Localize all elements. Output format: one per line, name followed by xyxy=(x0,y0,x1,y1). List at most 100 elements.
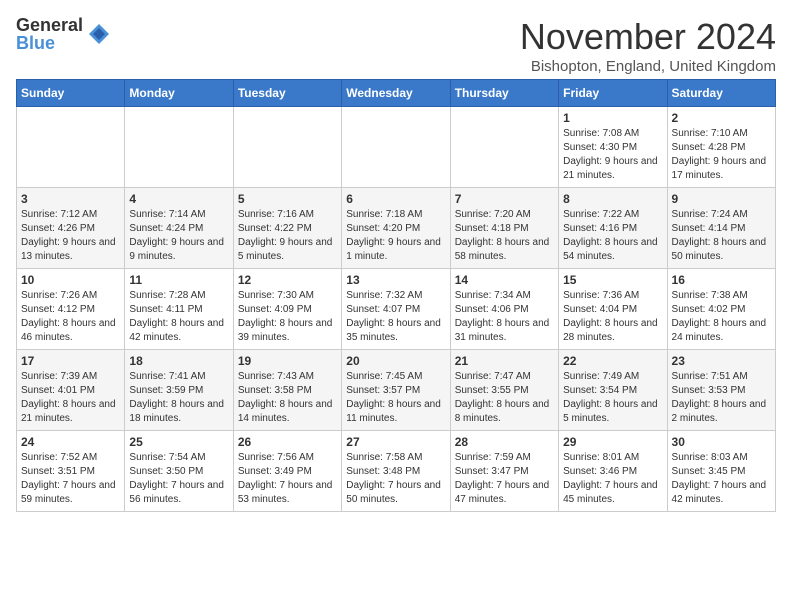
calendar-cell: 19Sunrise: 7:43 AM Sunset: 3:58 PM Dayli… xyxy=(233,350,341,431)
calendar-body: 1 Sunrise: 7:08 AM Sunset: 4:30 PM Daylig… xyxy=(17,107,776,512)
calendar-cell xyxy=(125,107,233,188)
header: General Blue November 2024 Bishopton, En… xyxy=(16,16,776,75)
day-number: 28 xyxy=(455,435,554,449)
calendar-cell xyxy=(342,107,450,188)
day-number: 25 xyxy=(129,435,228,449)
calendar-cell: 3 Sunrise: 7:12 AM Sunset: 4:26 PM Daylig… xyxy=(17,188,125,269)
header-tuesday: Tuesday xyxy=(233,80,341,107)
logo: General Blue xyxy=(16,16,111,52)
calendar-cell: 15 Sunrise: 7:36 AM Sunset: 4:04 PM Dayli… xyxy=(559,269,667,350)
day-number: 18 xyxy=(129,354,228,368)
calendar-cell: 10 Sunrise: 7:26 AM Sunset: 4:12 PM Dayli… xyxy=(17,269,125,350)
calendar-cell: 12 Sunrise: 7:30 AM Sunset: 4:09 PM Dayli… xyxy=(233,269,341,350)
day-info: Sunrise: 7:30 AM Sunset: 4:09 PM Dayligh… xyxy=(238,289,337,345)
header-thursday: Thursday xyxy=(450,80,558,107)
title-area: November 2024 Bishopton, England, United… xyxy=(520,16,776,75)
header-sunday: Sunday xyxy=(17,80,125,107)
calendar-cell: 29Sunrise: 8:01 AM Sunset: 3:46 PM Dayli… xyxy=(559,431,667,512)
calendar-cell: 27Sunrise: 7:58 AM Sunset: 3:48 PM Dayli… xyxy=(342,431,450,512)
day-number: 17 xyxy=(21,354,120,368)
day-number: 10 xyxy=(21,273,120,287)
day-info: Sunrise: 7:45 AM Sunset: 3:57 PM Dayligh… xyxy=(346,370,445,426)
logo-blue: Blue xyxy=(16,34,83,52)
week-row-5: 24Sunrise: 7:52 AM Sunset: 3:51 PM Dayli… xyxy=(17,431,776,512)
day-info: Sunrise: 7:28 AM Sunset: 4:11 PM Dayligh… xyxy=(129,289,228,345)
day-info: Sunrise: 7:52 AM Sunset: 3:51 PM Dayligh… xyxy=(21,451,120,507)
day-info: Sunrise: 8:01 AM Sunset: 3:46 PM Dayligh… xyxy=(563,451,662,507)
day-info: Sunrise: 7:22 AM Sunset: 4:16 PM Dayligh… xyxy=(563,208,662,264)
week-row-2: 3 Sunrise: 7:12 AM Sunset: 4:26 PM Daylig… xyxy=(17,188,776,269)
day-number: 27 xyxy=(346,435,445,449)
calendar-cell: 11 Sunrise: 7:28 AM Sunset: 4:11 PM Dayli… xyxy=(125,269,233,350)
calendar-cell: 18Sunrise: 7:41 AM Sunset: 3:59 PM Dayli… xyxy=(125,350,233,431)
day-info: Sunrise: 7:34 AM Sunset: 4:06 PM Dayligh… xyxy=(455,289,554,345)
day-number: 3 xyxy=(21,192,120,206)
day-info: Sunrise: 7:51 AM Sunset: 3:53 PM Dayligh… xyxy=(672,370,771,426)
calendar-cell: 4 Sunrise: 7:14 AM Sunset: 4:24 PM Daylig… xyxy=(125,188,233,269)
calendar-table: Sunday Monday Tuesday Wednesday Thursday… xyxy=(16,79,776,512)
day-number: 8 xyxy=(563,192,662,206)
day-number: 22 xyxy=(563,354,662,368)
calendar-cell: 8 Sunrise: 7:22 AM Sunset: 4:16 PM Daylig… xyxy=(559,188,667,269)
day-number: 13 xyxy=(346,273,445,287)
calendar-cell: 17 Sunrise: 7:39 AM Sunset: 4:01 PM Dayli… xyxy=(17,350,125,431)
day-info: Sunrise: 7:49 AM Sunset: 3:54 PM Dayligh… xyxy=(563,370,662,426)
day-info: Sunrise: 7:08 AM Sunset: 4:30 PM Dayligh… xyxy=(563,127,662,183)
day-number: 15 xyxy=(563,273,662,287)
day-number: 12 xyxy=(238,273,337,287)
calendar-subtitle: Bishopton, England, United Kingdom xyxy=(520,58,776,75)
calendar-cell: 24Sunrise: 7:52 AM Sunset: 3:51 PM Dayli… xyxy=(17,431,125,512)
day-number: 21 xyxy=(455,354,554,368)
day-number: 4 xyxy=(129,192,228,206)
day-number: 11 xyxy=(129,273,228,287)
day-number: 19 xyxy=(238,354,337,368)
logo-general: General xyxy=(16,16,83,34)
day-number: 1 xyxy=(563,111,662,125)
day-number: 20 xyxy=(346,354,445,368)
header-row: Sunday Monday Tuesday Wednesday Thursday… xyxy=(17,80,776,107)
day-number: 30 xyxy=(672,435,771,449)
day-info: Sunrise: 7:26 AM Sunset: 4:12 PM Dayligh… xyxy=(21,289,120,345)
day-number: 7 xyxy=(455,192,554,206)
week-row-3: 10 Sunrise: 7:26 AM Sunset: 4:12 PM Dayli… xyxy=(17,269,776,350)
calendar-cell: 25Sunrise: 7:54 AM Sunset: 3:50 PM Dayli… xyxy=(125,431,233,512)
day-info: Sunrise: 7:12 AM Sunset: 4:26 PM Dayligh… xyxy=(21,208,120,264)
calendar-title: November 2024 xyxy=(520,16,776,58)
calendar-cell: 26Sunrise: 7:56 AM Sunset: 3:49 PM Dayli… xyxy=(233,431,341,512)
day-info: Sunrise: 7:18 AM Sunset: 4:20 PM Dayligh… xyxy=(346,208,445,264)
calendar-cell: 20 Sunrise: 7:45 AM Sunset: 3:57 PM Dayli… xyxy=(342,350,450,431)
day-number: 23 xyxy=(672,354,771,368)
calendar-cell: 7 Sunrise: 7:20 AM Sunset: 4:18 PM Daylig… xyxy=(450,188,558,269)
day-number: 14 xyxy=(455,273,554,287)
day-info: Sunrise: 7:20 AM Sunset: 4:18 PM Dayligh… xyxy=(455,208,554,264)
calendar-cell: 30Sunrise: 8:03 AM Sunset: 3:45 PM Dayli… xyxy=(667,431,775,512)
day-info: Sunrise: 7:14 AM Sunset: 4:24 PM Dayligh… xyxy=(129,208,228,264)
week-row-1: 1 Sunrise: 7:08 AM Sunset: 4:30 PM Daylig… xyxy=(17,107,776,188)
day-info: Sunrise: 7:10 AM Sunset: 4:28 PM Dayligh… xyxy=(672,127,771,183)
day-info: Sunrise: 7:39 AM Sunset: 4:01 PM Dayligh… xyxy=(21,370,120,426)
day-info: Sunrise: 7:16 AM Sunset: 4:22 PM Dayligh… xyxy=(238,208,337,264)
logo-icon xyxy=(87,22,111,46)
week-row-4: 17 Sunrise: 7:39 AM Sunset: 4:01 PM Dayli… xyxy=(17,350,776,431)
day-number: 9 xyxy=(672,192,771,206)
calendar-cell: 6Sunrise: 7:18 AM Sunset: 4:20 PM Daylig… xyxy=(342,188,450,269)
calendar-cell: 2 Sunrise: 7:10 AM Sunset: 4:28 PM Daylig… xyxy=(667,107,775,188)
calendar-cell: 21Sunrise: 7:47 AM Sunset: 3:55 PM Dayli… xyxy=(450,350,558,431)
calendar-cell xyxy=(17,107,125,188)
day-info: Sunrise: 7:59 AM Sunset: 3:47 PM Dayligh… xyxy=(455,451,554,507)
header-wednesday: Wednesday xyxy=(342,80,450,107)
calendar-cell xyxy=(450,107,558,188)
day-number: 5 xyxy=(238,192,337,206)
day-info: Sunrise: 7:56 AM Sunset: 3:49 PM Dayligh… xyxy=(238,451,337,507)
day-info: Sunrise: 7:24 AM Sunset: 4:14 PM Dayligh… xyxy=(672,208,771,264)
calendar-cell: 14 Sunrise: 7:34 AM Sunset: 4:06 PM Dayli… xyxy=(450,269,558,350)
day-number: 2 xyxy=(672,111,771,125)
calendar-cell: 1 Sunrise: 7:08 AM Sunset: 4:30 PM Daylig… xyxy=(559,107,667,188)
header-friday: Friday xyxy=(559,80,667,107)
calendar-cell: 22 Sunrise: 7:49 AM Sunset: 3:54 PM Dayli… xyxy=(559,350,667,431)
day-info: Sunrise: 7:32 AM Sunset: 4:07 PM Dayligh… xyxy=(346,289,445,345)
day-info: Sunrise: 7:36 AM Sunset: 4:04 PM Dayligh… xyxy=(563,289,662,345)
calendar-cell: 5 Sunrise: 7:16 AM Sunset: 4:22 PM Daylig… xyxy=(233,188,341,269)
header-monday: Monday xyxy=(125,80,233,107)
day-info: Sunrise: 7:38 AM Sunset: 4:02 PM Dayligh… xyxy=(672,289,771,345)
